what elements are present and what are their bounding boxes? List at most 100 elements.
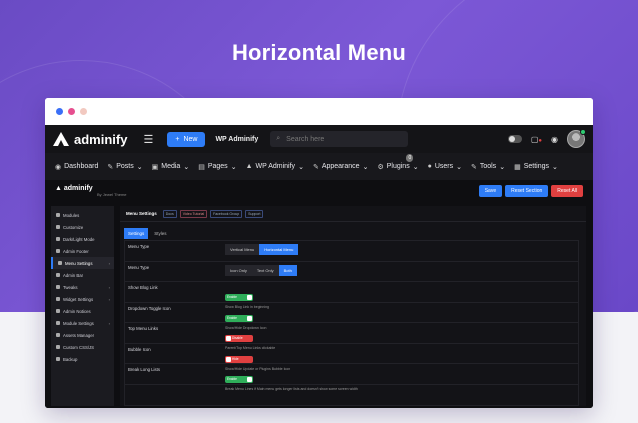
settings-titlebar: Menu Settings Docs Video Tutorial Facebook…	[120, 206, 586, 222]
page-icon: ▤	[198, 163, 205, 171]
sidebar-item-backup[interactable]: Backup	[51, 353, 114, 365]
settings-main: Menu Settings Docs Video Tutorial Facebook…	[120, 206, 586, 406]
sidebar-item-admin-bar[interactable]: Admin Bar	[51, 269, 114, 281]
window-dot-blue	[56, 108, 63, 115]
adminify-logo-icon	[53, 132, 69, 146]
chevron-down-icon: ⌄	[136, 163, 143, 171]
sidebar-item-icon	[56, 321, 60, 325]
sidebar-item-label: Assets Manager	[63, 332, 95, 338]
segment-option[interactable]: Icon Only	[225, 264, 252, 276]
sidebar-item-assets-manager[interactable]: Assets Manager	[51, 329, 114, 341]
menu-item-media[interactable]: ▣ Media ⌄	[152, 163, 190, 171]
window-titlebar	[45, 98, 593, 125]
browser-window: adminify ☰ + New WP Adminify ⌕ Search her…	[45, 98, 593, 408]
window-dot-peach	[80, 108, 87, 115]
menu-item-plugins[interactable]: ⚙ Plugins ⌄ 0	[377, 153, 419, 171]
sidebar-item-dark-light-mode[interactable]: Dark/Light Mode	[51, 233, 114, 245]
sidebar-item-module-settings[interactable]: Module Settings ›	[51, 317, 114, 329]
help-chip-docs[interactable]: Docs	[162, 209, 177, 218]
menu-item-label: Media	[161, 163, 181, 170]
toggle-switch[interactable]: Enable	[225, 376, 253, 383]
sidebar-item-customize[interactable]: Customize	[51, 221, 114, 233]
settings-row: Show Blog Link Enable Show Blog Link in be…	[125, 282, 578, 309]
menu-item-posts[interactable]: ✎ Posts ⌄	[107, 163, 142, 171]
save-button[interactable]: Save	[478, 185, 503, 197]
chevron-right-icon: ›	[108, 284, 110, 290]
sidebar-item-custom-css-js[interactable]: Custom CSS/JS	[51, 341, 114, 353]
settings-sidebar: Modules Customize Dark/Light Mode Admin Foo…	[51, 206, 114, 406]
media-icon: ▣	[151, 163, 159, 171]
segmented-control: Vertical Menu Horizontal Menu	[225, 244, 578, 255]
toggle-switch[interactable]: Hide	[225, 355, 253, 363]
menu-item-label: Pages	[207, 163, 228, 170]
chevron-down-icon: ⌄	[230, 163, 237, 171]
search-input[interactable]: ⌕ Search here	[270, 131, 409, 147]
setting-label: Menu Type	[128, 264, 150, 270]
chevron-down-icon: ⌄	[551, 163, 558, 171]
menu-item-settings[interactable]: ▦ Settings ⌄	[514, 163, 558, 171]
sidebar-item-tweaks[interactable]: Tweaks ›	[51, 281, 114, 293]
sidebar-item-admin-notices[interactable]: Admin Notices	[51, 305, 114, 317]
tab-settings[interactable]: Settings	[124, 228, 149, 239]
setting-value: Vertical Menu Horizontal Menu	[225, 244, 578, 255]
sidebar-item-modules[interactable]: Modules	[51, 209, 114, 221]
reset-all-button[interactable]: Reset All	[551, 185, 583, 197]
online-status-icon	[580, 129, 586, 135]
hamburger-icon[interactable]: ☰	[143, 133, 153, 146]
view-site-icon[interactable]: ◉	[551, 135, 558, 144]
sidebar-item-icon	[58, 261, 62, 265]
menu-item-users[interactable]: ● Users ⌄	[428, 163, 462, 171]
menu-item-label: Dashboard	[64, 163, 99, 170]
chevron-down-icon: ⌄	[499, 163, 506, 171]
menu-item-pages[interactable]: ▤ Pages ⌄	[198, 163, 236, 171]
menu-item-appearance[interactable]: ✎ Appearance ⌄	[313, 163, 369, 171]
search-placeholder: Search here	[286, 135, 325, 143]
content-logo: ▲ adminify By Jewel Theme	[55, 185, 127, 197]
segment-option[interactable]: Vertical Menu	[225, 244, 260, 255]
sidebar-item-icon	[56, 297, 60, 301]
settings-icon: ▦	[514, 163, 521, 171]
reset-section-button[interactable]: Reset Section	[505, 185, 549, 197]
chevron-down-icon: ⌄	[183, 163, 190, 171]
menu-item-dashboard[interactable]: ◉ Dashboard	[55, 163, 98, 171]
site-name-link[interactable]: WP Adminify	[215, 136, 258, 143]
help-chip-facebook-group[interactable]: Facebook Group	[210, 209, 243, 218]
setting-value: Icon Only Text Only Both	[225, 264, 578, 276]
setting-label: Show Blog Link	[128, 285, 158, 290]
help-chip-video-tutorial[interactable]: Video Tutorial	[179, 209, 208, 218]
segment-option[interactable]: Both	[278, 264, 297, 276]
new-button[interactable]: + New	[167, 131, 206, 147]
setting-value: Enable Break Menu Lines if Main menu gets…	[225, 367, 578, 391]
sidebar-item-widget-settings[interactable]: Widget Settings ›	[51, 293, 114, 305]
settings-row: Dropdown Toggle Icon Enable Show/Hide Drop…	[125, 303, 578, 330]
segment-option[interactable]: Text Only	[251, 264, 279, 276]
menu-item-tools[interactable]: ✎ Tools ⌄	[471, 163, 505, 171]
menu-item-wp-adminify[interactable]: ▲ WP Adminify ⌄	[246, 163, 304, 171]
dark-mode-toggle[interactable]	[507, 135, 522, 143]
segment-option[interactable]: Horizontal Menu	[259, 244, 299, 255]
settings-row: Menu Type Icon Only Text Only Both	[125, 262, 578, 282]
pin-icon: ✎	[107, 163, 114, 171]
toggle-switch[interactable]: Enable	[225, 294, 253, 301]
chevron-right-icon: ›	[108, 260, 110, 266]
tab-styles[interactable]: Styles	[150, 228, 170, 239]
avatar[interactable]	[567, 129, 586, 148]
sidebar-item-label: Dark/Light Mode	[63, 236, 95, 242]
brand-logo[interactable]: adminify	[53, 132, 127, 147]
toggle-switch[interactable]: Disable	[225, 335, 253, 342]
toggle-switch[interactable]: Enable	[225, 314, 253, 322]
sidebar-item-admin-footer[interactable]: Admin Footer	[51, 245, 114, 257]
sidebar-item-label: Menu Settings	[65, 260, 93, 266]
setting-label: Menu Type	[128, 244, 150, 249]
menu-item-label: Plugins	[386, 163, 410, 170]
help-chip-support[interactable]: Support	[245, 209, 264, 218]
sidebar-item-icon	[56, 225, 60, 229]
menu-item-label: Tools	[479, 163, 497, 170]
adminify-small-icon: ▲	[55, 185, 62, 192]
sidebar-item-menu-settings[interactable]: Menu Settings ›	[51, 257, 114, 269]
sidebar-item-icon	[56, 249, 60, 253]
settings-row: Top Menu Links Disable Parent/Top Menu Lin…	[125, 323, 578, 350]
settings-panel: Menu Type Vertical Menu Horizontal Menu Men…	[124, 240, 579, 406]
menu-item-label: Users	[434, 163, 454, 170]
comments-icon[interactable]: ▢●	[531, 135, 542, 144]
